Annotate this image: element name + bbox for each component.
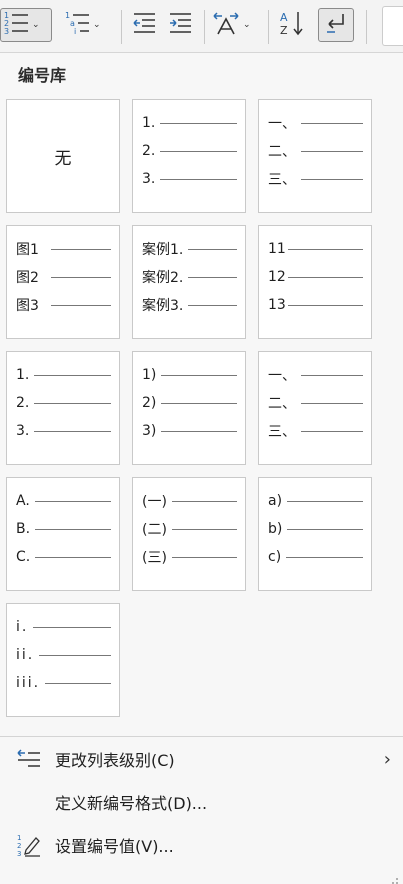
- tile-row-label: iii.: [16, 675, 41, 691]
- none-label: 无: [54, 148, 72, 169]
- numbering-tile[interactable]: A. B. C.: [6, 477, 120, 591]
- numbering-tile[interactable]: 图1 图2 图3: [6, 225, 120, 339]
- numbering-tile[interactable]: 案例1. 案例2. 案例3.: [132, 225, 246, 339]
- multilevel-list-icon: 1 a i: [64, 10, 90, 40]
- tile-row-label: 1.: [142, 115, 156, 131]
- tile-row-label: 案例2.: [142, 270, 184, 286]
- panel-title: 编号库: [18, 66, 67, 85]
- numbering-dropdown: 编号库 无 1. 2. 3. 一、 二、 三、 图1 图2 图3 案例1. 案例…: [0, 52, 403, 884]
- show-paragraph-marks-button[interactable]: [318, 8, 354, 42]
- tile-row-label: 二、: [268, 396, 296, 412]
- numbering-none-tile[interactable]: 无: [6, 99, 120, 213]
- tile-row-label: (二): [142, 522, 167, 538]
- tile-row-label: 3): [142, 423, 157, 439]
- chevron-down-icon: ⌄: [93, 20, 101, 30]
- tile-row-label: 案例3.: [142, 298, 184, 314]
- tile-row-label: 一、: [268, 116, 296, 132]
- styles-gallery-edge[interactable]: [382, 6, 403, 46]
- svg-text:3: 3: [4, 27, 9, 36]
- numbered-list-icon: 1 2 3: [3, 10, 29, 40]
- tile-row-label: 2.: [16, 395, 30, 411]
- tile-row-label: 12: [268, 269, 286, 285]
- tile-row-label: C.: [16, 549, 31, 565]
- toolbar-divider: [204, 10, 205, 44]
- change-list-level-item[interactable]: 更改列表级别(C) ›: [0, 739, 403, 779]
- numbering-tile[interactable]: (一) (二) (三): [132, 477, 246, 591]
- tile-row-label: 三、: [268, 424, 296, 440]
- tile-row-label: 三、: [268, 172, 296, 188]
- tile-row-label: 一、: [268, 368, 296, 384]
- decrease-indent-icon: [131, 10, 157, 40]
- toolbar-divider: [268, 10, 269, 44]
- tile-row-label: 13: [268, 297, 286, 313]
- chevron-down-icon: ⌄: [243, 20, 251, 30]
- resize-grip-icon[interactable]: [389, 870, 399, 884]
- numbering-tile[interactable]: 11 12 13: [258, 225, 372, 339]
- change-level-label: 更改列表级别(C): [55, 751, 175, 770]
- svg-text:A: A: [280, 11, 288, 24]
- svg-text:i: i: [74, 27, 76, 36]
- tile-row-label: 案例1.: [142, 242, 184, 258]
- tile-row-label: i.: [16, 619, 29, 635]
- toolbar-divider: [121, 10, 122, 44]
- character-spacing-icon: [212, 10, 240, 40]
- paragraph-toolbar: 1 2 3 ⌄ 1 a i ⌄ ⌄ A Z: [0, 0, 403, 52]
- numbering-tile[interactable]: 一、 二、 三、: [258, 351, 372, 465]
- tile-row-label: 图3: [16, 298, 39, 314]
- chevron-right-icon: ›: [383, 748, 391, 770]
- numbering-tile[interactable]: i. ii. iii.: [6, 603, 120, 717]
- tile-row-label: A.: [16, 493, 30, 509]
- set-value-label: 设置编号值(V)...: [55, 837, 174, 856]
- numbering-button[interactable]: 1 2 3 ⌄: [0, 8, 52, 42]
- tile-row-label: 图1: [16, 242, 39, 258]
- character-spacing-button[interactable]: ⌄: [212, 8, 258, 42]
- chevron-down-icon: ⌄: [32, 20, 40, 30]
- svg-text:1: 1: [17, 834, 21, 842]
- change-level-icon: [16, 746, 42, 772]
- tile-row-label: ii.: [16, 647, 35, 663]
- increase-indent-icon: [167, 10, 193, 40]
- tile-row-label: 2): [142, 395, 157, 411]
- tile-row-label: a): [268, 493, 283, 509]
- tile-row-label: c): [268, 549, 282, 565]
- tile-row-label: 1): [142, 367, 157, 383]
- sort-az-icon: A Z: [278, 9, 306, 41]
- define-format-label: 定义新编号格式(D)...: [55, 794, 208, 813]
- tile-row-label: 3.: [142, 171, 156, 187]
- tile-row-label: B.: [16, 521, 31, 537]
- tile-row-label: b): [268, 521, 283, 537]
- define-new-format-item[interactable]: 定义新编号格式(D)...: [0, 782, 403, 822]
- toolbar-divider: [366, 10, 367, 44]
- tile-row-label: 图2: [16, 270, 39, 286]
- tile-row-label: 二、: [268, 144, 296, 160]
- numbering-tile[interactable]: 1. 2. 3.: [6, 351, 120, 465]
- set-value-icon: 1 2 3: [16, 832, 42, 858]
- tile-row-label: (三): [142, 550, 167, 566]
- multilevel-list-button[interactable]: 1 a i ⌄: [64, 8, 110, 42]
- numbering-tile[interactable]: 一、 二、 三、: [258, 99, 372, 213]
- increase-indent-button[interactable]: [167, 8, 195, 42]
- decrease-indent-button[interactable]: [131, 8, 159, 42]
- svg-text:Z: Z: [280, 24, 288, 37]
- numbering-tile[interactable]: a) b) c): [258, 477, 372, 591]
- numbering-tile[interactable]: 1. 2. 3.: [132, 99, 246, 213]
- set-numbering-value-item[interactable]: 1 2 3 设置编号值(V)...: [0, 825, 403, 865]
- svg-text:2: 2: [17, 842, 21, 850]
- numbering-tile[interactable]: 1) 2) 3): [132, 351, 246, 465]
- tile-row-label: 2.: [142, 143, 156, 159]
- tile-row-label: 3.: [16, 423, 30, 439]
- menu-divider: [0, 736, 403, 737]
- tile-row-label: (一): [142, 494, 167, 510]
- svg-text:3: 3: [17, 850, 21, 858]
- sort-button[interactable]: A Z: [278, 8, 308, 42]
- return-arrow-icon: [323, 10, 349, 40]
- tile-row-label: 1.: [16, 367, 30, 383]
- tile-row-label: 11: [268, 241, 286, 257]
